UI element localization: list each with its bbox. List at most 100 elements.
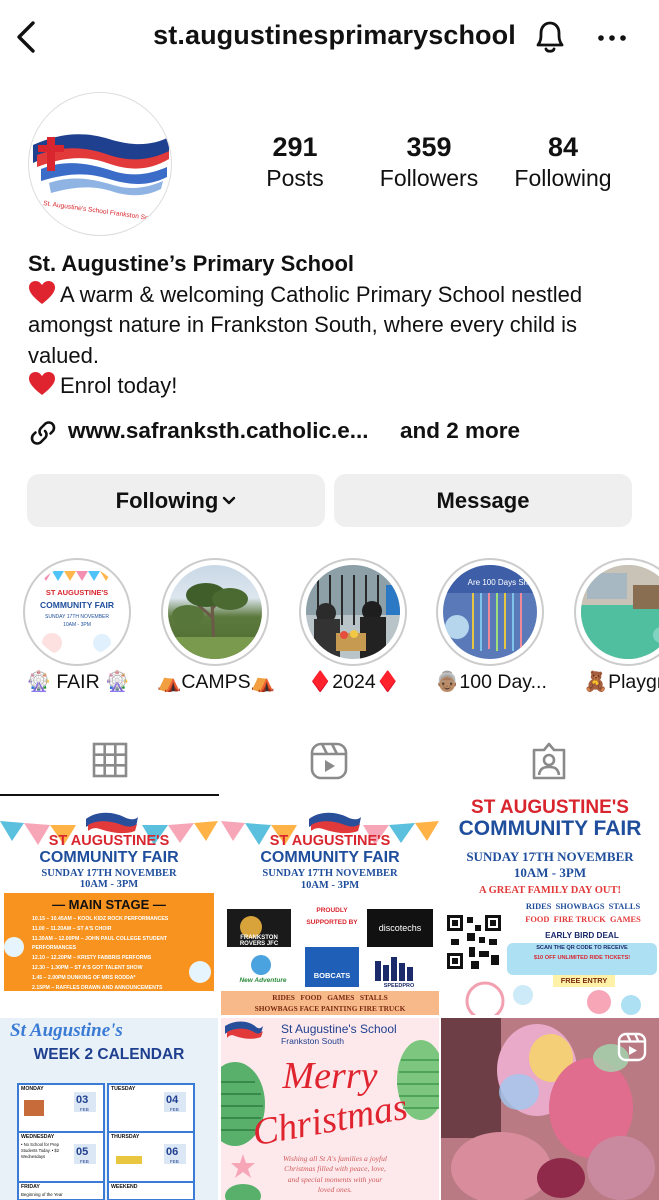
followers-label: Followers	[379, 165, 479, 191]
profile-link-row[interactable]: www.safranksth.catholic.e... and 2 more	[28, 414, 648, 450]
p4-day-tue: TUESDAY	[111, 1086, 136, 1092]
tab-tagged[interactable]	[440, 728, 659, 796]
p3-title1: ST AUGUSTINE'S	[471, 797, 629, 818]
p2-sponsor-adventure: New Adventure	[239, 977, 287, 984]
post-fair-early-bird[interactable]: ST AUGUSTINE'S COMMUNITY FAIR SUNDAY 17T…	[441, 797, 659, 1015]
p1-sched-5: 12.30 – 1.30PM – ST A'S GOT TALENT SHOW	[32, 964, 143, 971]
followers-stat[interactable]: 359 Followers	[364, 132, 494, 194]
profile-stats: 291 Posts 359 Followers 84 Following	[228, 132, 648, 202]
post-fair-sponsors[interactable]: ST AUGUSTINE'S COMMUNITY FAIR SUNDAY 17T…	[221, 797, 439, 1015]
highlight-playground-cover	[581, 565, 659, 659]
chevron-down-icon	[223, 496, 236, 505]
profile-tabs	[0, 728, 659, 796]
message-button[interactable]: Message	[334, 474, 632, 527]
hl-fair-title1: ST AUGUSTINE'S	[46, 588, 108, 597]
highlight-2024[interactable]: ♦️2024♦️	[299, 556, 409, 696]
notification-bell-icon[interactable]	[530, 16, 570, 56]
p4-mon-thu: FEB	[170, 1159, 179, 1164]
hl-100days-banner: Are 100 Days Sm	[468, 578, 531, 587]
posts-stat[interactable]: 291 Posts	[230, 132, 360, 194]
following-label: Following	[514, 165, 612, 191]
p2-sponsor-speedpro: SPEEDPRO	[383, 983, 415, 989]
post-fair-main-stage[interactable]: ST AUGUSTINE'S COMMUNITY FAIR SUNDAY 17T…	[0, 797, 218, 1015]
bio-enrol: Enrol today!	[60, 373, 178, 398]
p2-footer1: RIDES FOOD GAMES STALLS	[272, 993, 388, 1002]
post-reel-color-run[interactable]	[441, 1018, 659, 1200]
p1-sched-2: 11.00 – 11.20AM – ST A'S CHOIR	[32, 925, 112, 932]
highlight-playground[interactable]: 🧸Playgro	[574, 556, 659, 696]
story-highlights: ST AUGUSTINE'S COMMUNITY FAIR SUNDAY 17T…	[0, 556, 659, 706]
p2-sponsor-discotechs: discotechs	[378, 923, 422, 933]
p1-schedule: 10.15 – 10.45AM – KOOL KIDZ ROCK PERFORM…	[32, 915, 202, 993]
highlight-2024-label: ♦️2024♦️	[308, 671, 400, 693]
highlight-100days-cover: Are 100 Days Sm	[443, 565, 537, 659]
p3-title2: COMMUNITY FAIR	[458, 817, 642, 840]
p4-title1: St Augustine's	[10, 1020, 123, 1041]
p4-notes-fri: Beginning of the Year	[21, 1192, 63, 1197]
highlight-playground-label: 🧸Playgro	[583, 671, 659, 693]
p4-mon-tue: FEB	[170, 1107, 179, 1112]
highlight-camps[interactable]: ⛺CAMPS⛺	[157, 556, 275, 696]
p5-suburb: Frankston South	[281, 1036, 345, 1046]
website-link[interactable]: www.safranksth.catholic.e...	[68, 418, 369, 444]
p3-items1: RIDES SHOWBAGS STALLS	[525, 902, 641, 911]
following-button-label: Following	[115, 488, 219, 513]
highlight-fair-cover: ST AUGUSTINE'S COMMUNITY FAIR SUNDAY 17T…	[30, 565, 124, 659]
p4-num-wed: 05	[76, 1146, 89, 1158]
tab-posts-grid[interactable]	[0, 728, 219, 796]
following-button[interactable]: Following	[27, 474, 325, 527]
p4-day-wed: WEDNESDAY	[21, 1134, 55, 1140]
profile-bio: St. Augustine’s Primary School A warm & …	[28, 249, 638, 402]
following-stat[interactable]: 84 Following	[498, 132, 628, 194]
profile-display-name: St. Augustine’s Primary School	[28, 251, 354, 276]
highlight-fair-label: 🎡 FAIR 🎡	[26, 671, 130, 693]
p2-supported: PROUDLY SUPPORTED BY	[306, 907, 358, 926]
highlight-ring	[574, 558, 659, 666]
p2-time: 10AM - 3PM	[300, 880, 360, 891]
tab-reels[interactable]	[220, 728, 439, 796]
p1-sched-6: 1.45 – 2.00PM DUNKING OF MRS RODDA*	[32, 974, 136, 981]
more-links[interactable]: and 2 more	[400, 418, 520, 444]
p3-deal-sub1: SCAN THE QR CODE TO RECEIVE	[536, 945, 628, 951]
posts-label: Posts	[266, 165, 324, 191]
p1-time: 10AM - 3PM	[79, 879, 139, 890]
red-heart-icon	[29, 280, 55, 304]
highlight-100days[interactable]: Are 100 Days Sm 👵🏽100 Day...	[435, 556, 547, 696]
followers-count: 359	[406, 132, 452, 162]
p1-stage: — MAIN STAGE —	[52, 897, 166, 912]
p1-sched-4: 12.10 – 12.20PM – KRISTY FABBRIS PERFORM…	[32, 955, 152, 962]
following-count: 84	[547, 132, 579, 162]
highlight-ring	[161, 558, 269, 666]
p1-title2: COMMUNITY FAIR	[39, 849, 179, 866]
p5-message: Wishing all St A's families a joyful Chr…	[283, 1154, 388, 1195]
p3-date: SUNDAY 17TH NOVEMBER	[466, 849, 634, 864]
highlight-ring	[299, 558, 407, 666]
p2-title2: COMMUNITY FAIR	[260, 849, 400, 866]
p4-num-mon: 03	[76, 1094, 89, 1106]
grid-icon	[92, 742, 128, 778]
profile-avatar[interactable]: LIVE LOVE LEARN St. Augustine's School F…	[28, 92, 172, 236]
logo-school-name: St. Augustine's School Frankston South	[43, 200, 159, 223]
p4-day-weekend: WEEKEND	[111, 1184, 138, 1190]
hl-fair-title2: COMMUNITY FAIR	[40, 600, 114, 610]
highlight-ring: Are 100 Days Sm	[436, 558, 544, 666]
red-heart-icon	[29, 372, 55, 395]
p2-sponsor-rovers: FRANKSTON ROVERS JFC	[239, 935, 279, 947]
highlight-fair[interactable]: ST AUGUSTINE'S COMMUNITY FAIR SUNDAY 17T…	[23, 556, 133, 696]
highlight-2024-cover	[306, 565, 400, 659]
p2-sponsor-bobcats: BOBCATS	[313, 971, 351, 980]
posts-count: 291	[272, 132, 318, 162]
school-logo-icon: LIVE LOVE LEARN St. Augustine's School F…	[33, 134, 169, 223]
post-merry-christmas[interactable]: St Augustine's School Frankston South Me…	[221, 1018, 439, 1200]
posts-grid: ST AUGUSTINE'S COMMUNITY FAIR SUNDAY 17T…	[0, 797, 659, 1200]
reels-icon	[310, 742, 348, 780]
bio-text-1: A warm & welcoming Catholic Primary Scho…	[28, 280, 638, 372]
tagged-person-icon	[532, 742, 566, 780]
p4-day-thu: THURSDAY	[111, 1134, 140, 1140]
p4-title2: WEEK 2 CALENDAR	[33, 1046, 185, 1063]
highlight-camps-label: ⛺CAMPS⛺	[157, 671, 275, 693]
post-week2-calendar[interactable]: St Augustine's WEEK 2 CALENDAR MONDAY 03…	[0, 1018, 218, 1200]
p4-mon-wed: FEB	[80, 1159, 89, 1164]
more-options-icon[interactable]	[596, 24, 628, 52]
p3-items2: FOOD FIRE TRUCK GAMES	[525, 915, 641, 924]
